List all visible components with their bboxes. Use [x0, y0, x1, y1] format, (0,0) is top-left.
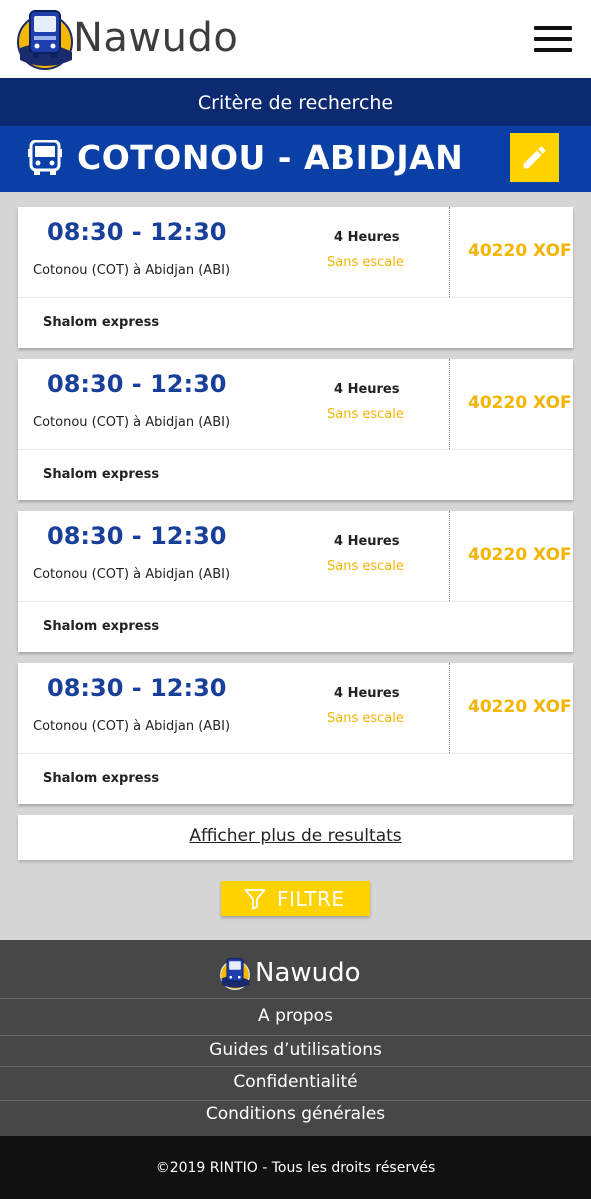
company-name: Shalom express	[43, 771, 160, 786]
card-divider	[18, 297, 573, 298]
trip-stops: Sans escale	[327, 407, 404, 422]
trip-price: 40220 XOF	[468, 697, 572, 717]
filter-label: FILTRE	[277, 887, 345, 911]
bus-icon	[28, 140, 62, 175]
trip-duration: 4 Heures	[334, 382, 400, 397]
departure-arrival-time: 08:30 - 12:30	[47, 674, 227, 702]
card-divider	[18, 753, 573, 754]
card-divider	[449, 663, 450, 753]
trip-route: Cotonou (COT) à Abidjan (ABI)	[33, 719, 231, 734]
pencil-icon	[523, 146, 546, 169]
card-divider	[449, 207, 450, 297]
trip-duration: 4 Heures	[334, 534, 400, 549]
footer-divider	[0, 998, 591, 999]
trip-price: 40220 XOF	[468, 241, 572, 261]
edit-search-button[interactable]	[510, 133, 559, 182]
departure-arrival-time: 08:30 - 12:30	[47, 370, 227, 398]
hamburger-menu-icon[interactable]	[534, 26, 574, 56]
footer-link-guides[interactable]: Guides d’utilisations	[0, 1040, 591, 1060]
filter-button[interactable]: FILTRE	[221, 881, 370, 916]
card-divider	[449, 511, 450, 601]
trip-route: Cotonou (COT) à Abidjan (ABI)	[33, 263, 231, 278]
route-bar: COTONOU - ABIDJAN	[0, 126, 591, 192]
card-divider	[18, 449, 573, 450]
trip-price: 40220 XOF	[468, 545, 572, 565]
card-divider	[18, 601, 573, 602]
trip-stops: Sans escale	[327, 559, 404, 574]
footer-link-terms[interactable]: Conditions générales	[0, 1104, 591, 1124]
trip-price: 40220 XOF	[468, 393, 572, 413]
result-card[interactable]: 08:30 - 12:30 Cotonou (COT) à Abidjan (A…	[18, 207, 573, 348]
result-card[interactable]: 08:30 - 12:30 Cotonou (COT) à Abidjan (A…	[18, 359, 573, 500]
more-results-box: Afficher plus de resultats	[18, 815, 573, 860]
bus-logo-icon	[220, 958, 250, 990]
bus-logo-icon[interactable]	[16, 8, 74, 70]
company-name: Shalom express	[43, 467, 160, 482]
footer-link-about[interactable]: A propos	[0, 1006, 591, 1026]
trip-route: Cotonou (COT) à Abidjan (ABI)	[33, 567, 231, 582]
footer-link-privacy[interactable]: Confidentialité	[0, 1072, 591, 1092]
trip-route: Cotonou (COT) à Abidjan (ABI)	[33, 415, 231, 430]
trip-stops: Sans escale	[327, 711, 404, 726]
card-divider	[449, 359, 450, 449]
departure-arrival-time: 08:30 - 12:30	[47, 218, 227, 246]
footer-divider	[0, 1035, 591, 1036]
brand-name[interactable]: Nawudo	[73, 15, 238, 61]
footer-divider	[0, 1066, 591, 1067]
result-card[interactable]: 08:30 - 12:30 Cotonou (COT) à Abidjan (A…	[18, 511, 573, 652]
footer-brand-name: Nawudo	[255, 958, 361, 988]
route-title: COTONOU - ABIDJAN	[77, 138, 464, 177]
company-name: Shalom express	[43, 315, 160, 330]
company-name: Shalom express	[43, 619, 160, 634]
app-header: Nawudo	[0, 0, 591, 78]
departure-arrival-time: 08:30 - 12:30	[47, 522, 227, 550]
result-card[interactable]: 08:30 - 12:30 Cotonou (COT) à Abidjan (A…	[18, 663, 573, 804]
footer: Nawudo A propos Guides d’utilisations Co…	[0, 940, 591, 1136]
trip-duration: 4 Heures	[334, 686, 400, 701]
trip-stops: Sans escale	[327, 255, 404, 270]
more-results-link[interactable]: Afficher plus de resultats	[189, 826, 401, 846]
trip-duration: 4 Heures	[334, 230, 400, 245]
filter-icon	[244, 889, 266, 910]
search-criteria-label: Critère de recherche	[0, 78, 591, 126]
copyright-text: ©2019 RINTIO - Tous les droits réservés	[0, 1136, 591, 1199]
footer-divider	[0, 1100, 591, 1101]
